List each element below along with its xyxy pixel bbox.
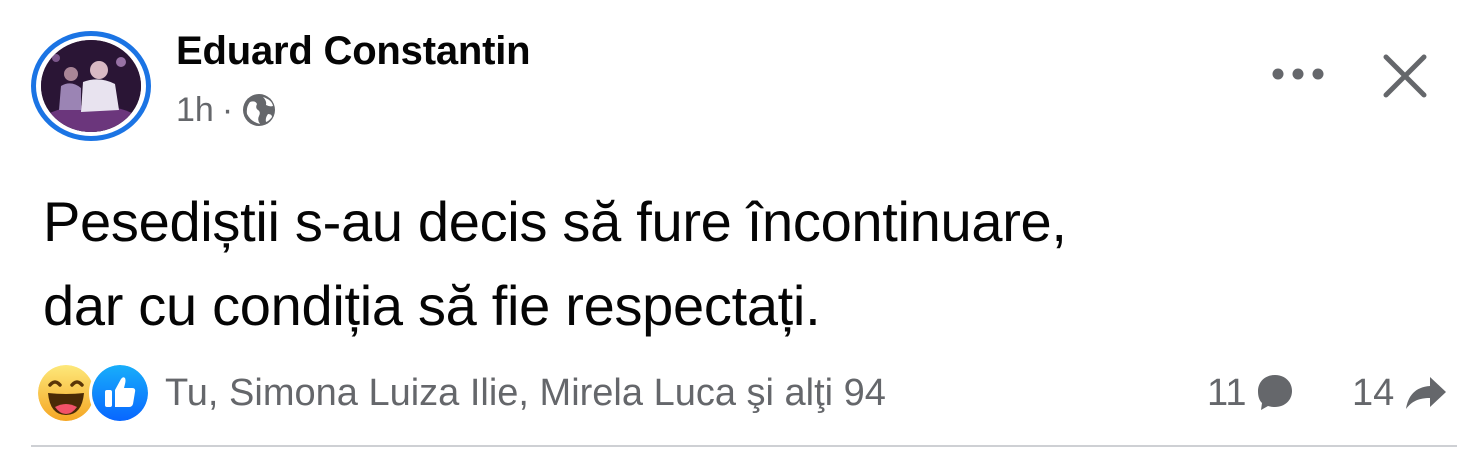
reactions-summary[interactable]: Tu, Simona Luiza Ilie, Mirela Luca şi al… xyxy=(35,362,886,424)
divider xyxy=(31,445,1457,447)
post-meta: 1h · xyxy=(176,88,277,132)
globe-icon[interactable] xyxy=(241,92,277,128)
reaction-names[interactable]: Tu, Simona Luiza Ilie, Mirela Luca şi al… xyxy=(165,372,886,415)
comments-count[interactable]: 11 xyxy=(1207,364,1294,422)
avatar-photo xyxy=(41,40,141,132)
comments-count-value: 11 xyxy=(1207,371,1247,414)
post-text-line: Pesediștii s-au decis să fure încontinua… xyxy=(43,190,1067,253)
close-icon xyxy=(1383,54,1427,98)
avatar[interactable] xyxy=(41,40,141,132)
shares-count-value: 14 xyxy=(1352,371,1395,414)
haha-icon xyxy=(35,362,97,424)
comment-icon xyxy=(1258,375,1293,410)
post-text: Pesediștii s-au decis să fure încontinua… xyxy=(43,180,1443,348)
meta-separator: · xyxy=(221,90,234,129)
facebook-post: Eduard Constantin 1h · Pesediștii s-au d… xyxy=(0,0,1475,465)
post-time[interactable]: 1h xyxy=(176,91,214,130)
author-name[interactable]: Eduard Constantin xyxy=(176,29,531,74)
post-text-line: dar cu condiția să fie respectați. xyxy=(43,274,821,337)
shares-count[interactable]: 14 xyxy=(1352,364,1448,422)
close-button[interactable] xyxy=(1375,48,1435,104)
more-options-button[interactable] xyxy=(1268,52,1328,96)
share-icon xyxy=(1406,377,1447,409)
like-icon xyxy=(89,362,151,424)
more-horizontal-icon xyxy=(1272,68,1324,80)
